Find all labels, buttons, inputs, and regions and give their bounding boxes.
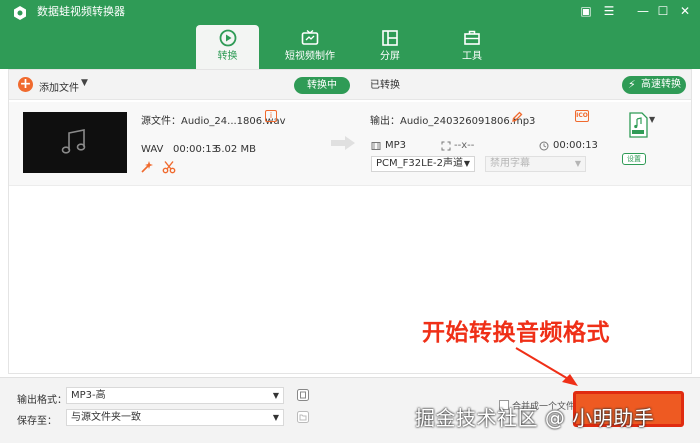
source-size: 5.02 MB: [215, 144, 256, 155]
output-format: MP3: [385, 140, 407, 151]
resolution-icon: [441, 141, 451, 151]
output-duration: 00:00:13: [553, 140, 598, 151]
output-format-select[interactable]: MP3-高 ▼: [66, 387, 284, 404]
output-format-value: MP3-高: [71, 390, 106, 401]
close-icon[interactable]: ✕: [676, 2, 694, 20]
annotation-text: 开始转换音频格式: [422, 320, 610, 346]
save-to-select[interactable]: 与源文件夹一致 ▼: [66, 409, 284, 426]
bolt-icon: ⚡: [628, 78, 636, 91]
file-item: 源文件：Audio_24...1806.wav i WAV 00:00:13 5…: [9, 102, 691, 186]
toolbar: + 添加文件 ▼ 转换中 已转换 ⚡ 高速转换: [9, 70, 691, 100]
music-note-icon: [61, 129, 86, 154]
chevron-down-icon: ▼: [272, 413, 279, 422]
highspeed-convert-button[interactable]: ⚡ 高速转换: [622, 76, 686, 94]
copy-settings-icon[interactable]: [296, 388, 310, 402]
audio-format-icon[interactable]: [628, 112, 648, 138]
tab-label: 工具: [462, 51, 482, 62]
highspeed-label: 高速转换: [641, 79, 681, 90]
save-to-label: 保存至：: [17, 416, 57, 427]
chevron-down-icon: ▼: [272, 391, 279, 400]
tab-split-screen[interactable]: 分屏: [358, 25, 422, 69]
chevron-down-icon[interactable]: ▼: [81, 78, 88, 88]
output-resolution: --x--: [454, 140, 475, 151]
audio-track-value: PCM_F32LE-2声道: [376, 158, 463, 169]
tab-label: 转换: [217, 51, 238, 62]
app-logo-icon: [14, 6, 26, 20]
feedback-icon[interactable]: ▣: [577, 2, 595, 20]
tab-convert[interactable]: 转换: [196, 25, 259, 69]
split-screen-icon: [382, 30, 398, 46]
source-filename: 源文件：Audio_24...1806.wav: [141, 116, 286, 127]
title-bar: 数据蛙视频转换器 ▣ ☰ — ☐ ✕ 转换 短视频制作 分屏 工具: [0, 0, 700, 69]
tv-icon: [301, 29, 319, 45]
settings-button[interactable]: 设置: [622, 153, 646, 165]
source-duration: 00:00:13: [173, 144, 218, 155]
add-file-button[interactable]: 添加文件: [39, 79, 79, 94]
subtitle-value: 禁用字幕: [490, 158, 530, 169]
tab-converted[interactable]: 已转换: [365, 77, 405, 94]
chevron-down-icon: ▼: [574, 159, 581, 168]
watermark: 掘金技术社区 @ 小明助手: [415, 406, 655, 430]
tab-tools[interactable]: 工具: [440, 25, 504, 69]
output-format-label: 输出格式：: [17, 395, 67, 406]
app-title: 数据蛙视频转换器: [37, 5, 125, 18]
minimize-icon[interactable]: —: [634, 2, 652, 20]
add-file-icon[interactable]: +: [18, 77, 33, 92]
annotation-arrow-icon: [515, 347, 578, 386]
source-format: WAV: [141, 144, 164, 155]
info-icon[interactable]: i: [265, 110, 277, 122]
toolbox-icon: [464, 30, 480, 45]
maximize-icon[interactable]: ☐: [654, 2, 672, 20]
scissors-icon[interactable]: [162, 160, 176, 174]
clock-icon: [539, 141, 549, 151]
audio-track-select[interactable]: PCM_F32LE-2声道 ▼: [371, 156, 475, 172]
tab-label: 分屏: [380, 51, 400, 62]
chevron-down-icon[interactable]: ▼: [649, 115, 655, 124]
effects-icon[interactable]: [140, 160, 154, 174]
subtitle-select[interactable]: 禁用字幕 ▼: [485, 156, 586, 172]
folder-icon[interactable]: [296, 410, 310, 424]
chevron-down-icon: ▼: [463, 159, 470, 168]
file-thumbnail[interactable]: [23, 112, 127, 173]
edit-icon[interactable]: [511, 111, 523, 123]
tab-converting[interactable]: 转换中: [294, 77, 350, 94]
convert-icon: [219, 29, 236, 47]
tab-label: 短视频制作: [285, 51, 335, 62]
film-icon: [371, 142, 381, 150]
format-badge-icon[interactable]: ICO: [575, 110, 589, 122]
save-to-value: 与源文件夹一致: [71, 412, 141, 423]
menu-icon[interactable]: ☰: [600, 2, 618, 20]
tab-short-video[interactable]: 短视频制作: [278, 25, 342, 69]
arrow-right-icon: [331, 136, 355, 150]
